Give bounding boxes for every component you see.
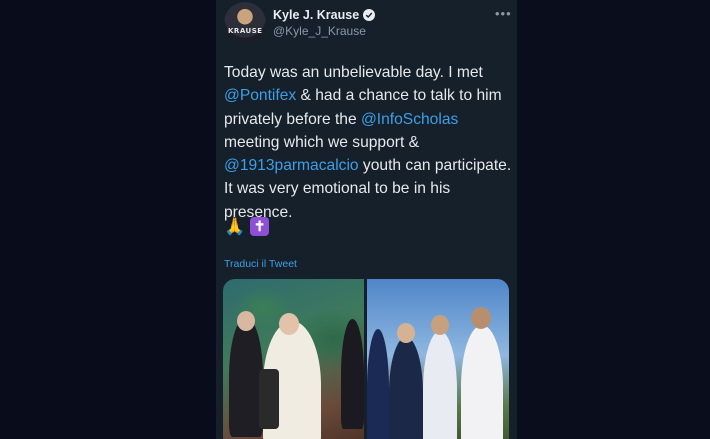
author-name[interactable]: Kyle J. Krause — [273, 8, 359, 22]
emoji-row: 🙏 ✝ — [224, 217, 270, 237]
background-right — [517, 0, 710, 439]
avatar-logo-text: KRAUSE — [228, 27, 263, 35]
wheelchair — [259, 369, 279, 429]
background-left — [0, 0, 216, 439]
figure-man-suit — [229, 317, 263, 437]
more-options-icon[interactable]: ••• — [495, 6, 512, 21]
tweet-card: KRAUSE Kyle J. Krause @Kyle_J_Krause •••… — [216, 0, 517, 439]
figure-girl — [367, 329, 389, 439]
author-handle[interactable]: @Kyle_J_Krause — [273, 24, 366, 38]
figure-head — [279, 313, 299, 335]
figure-head — [431, 315, 449, 335]
figure-head — [397, 323, 415, 343]
figure-partial — [341, 319, 364, 429]
figure-man-suit — [389, 337, 423, 439]
author-name-row[interactable]: Kyle J. Krause — [273, 8, 376, 22]
figure-head — [237, 311, 255, 331]
avatar[interactable]: KRAUSE — [224, 2, 266, 44]
verified-badge-icon — [363, 9, 376, 21]
tweet-text-part: Today was an unbelievable day. I met — [224, 64, 483, 81]
photo-group[interactable] — [367, 279, 509, 439]
translate-tweet-link[interactable]: Traduci il Tweet — [224, 258, 297, 270]
figure-boy-white — [423, 331, 457, 439]
tweet-text-part: meeting which we support & — [224, 133, 420, 151]
mention-infoscholas[interactable]: @InfoScholas — [361, 111, 458, 128]
latin-cross-icon: ✝ — [250, 217, 270, 236]
figure-head — [471, 307, 491, 329]
mention-parmacalcio[interactable]: @1913parmacalcio — [224, 157, 359, 174]
mention-pontifex[interactable]: @Pontifex — [224, 87, 296, 104]
photo-pope-meeting[interactable] — [223, 279, 364, 439]
tweet-text: Today was an unbelievable day. I met @Po… — [224, 61, 514, 224]
figure-man-tracksuit — [461, 325, 503, 439]
praying-hands-icon: 🙏 — [224, 217, 246, 236]
media-grid — [223, 279, 509, 439]
